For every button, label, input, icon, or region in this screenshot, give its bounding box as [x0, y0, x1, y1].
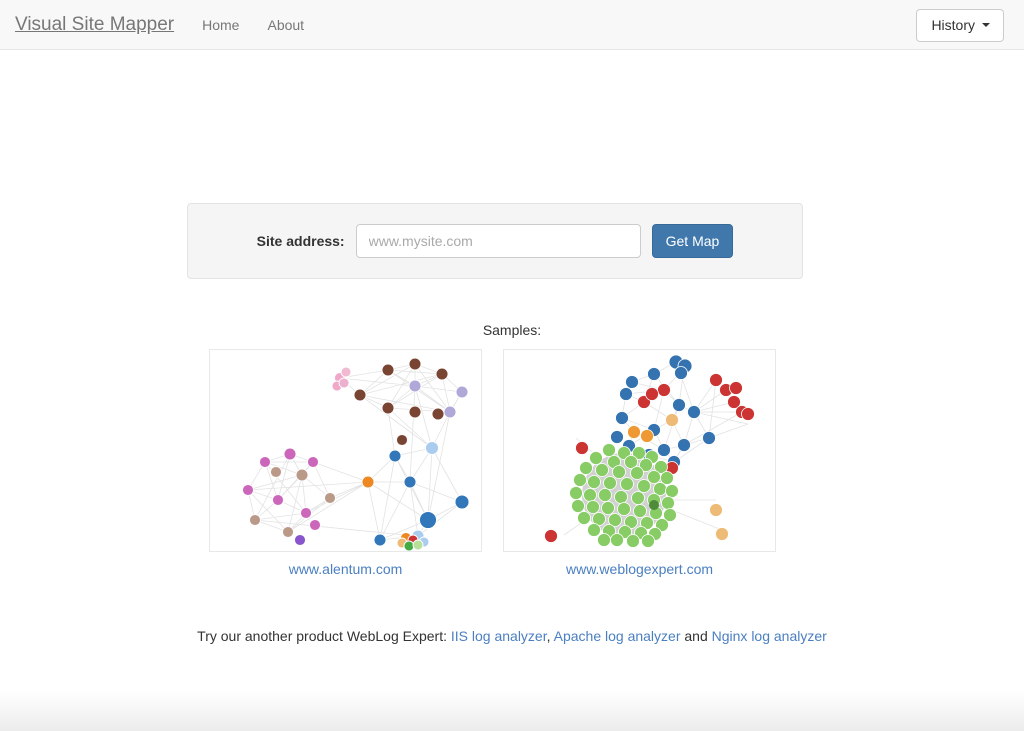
site-address-label: Site address:: [256, 233, 345, 249]
sample-alentum: www.alentum.com: [209, 349, 482, 577]
sample-link-alentum[interactable]: www.alentum.com: [209, 561, 482, 577]
site-graph-weblogexpert: [544, 354, 755, 548]
samples-row: www.alentum.com www.weblogexpert.com: [209, 349, 776, 577]
history-button-label: History: [931, 17, 975, 33]
nav-link-about[interactable]: About: [267, 18, 304, 32]
brand-logo[interactable]: Visual Site Mapper: [15, 15, 174, 34]
navbar: Visual Site Mapper Home About History: [0, 0, 1024, 50]
sample-thumbnail-alentum[interactable]: [209, 349, 482, 552]
footer-prefix-text: Try our another product WebLog Expert:: [197, 628, 447, 644]
footer-note: Try our another product WebLog Expert: I…: [0, 628, 1024, 644]
page-bottom-fade: [0, 691, 1024, 731]
footer-link-nginx[interactable]: Nginx log analyzer: [712, 628, 827, 644]
sample-weblogexpert: www.weblogexpert.com: [503, 349, 776, 577]
page-content: Site address: Get Map Samples:: [0, 50, 1024, 731]
footer-link-iis[interactable]: IIS log analyzer: [451, 628, 547, 644]
footer-separator: ,: [546, 628, 551, 644]
samples-title: Samples:: [482, 322, 542, 338]
footer-conjunction: and: [684, 628, 708, 644]
chevron-down-icon: [982, 23, 990, 28]
footer-link-apache[interactable]: Apache log analyzer: [554, 628, 681, 644]
nav-link-home[interactable]: Home: [202, 18, 239, 32]
site-address-panel: Site address: Get Map: [187, 203, 803, 279]
sample-thumbnail-weblogexpert[interactable]: [503, 349, 776, 552]
history-dropdown-button[interactable]: History: [916, 9, 1004, 42]
get-map-button[interactable]: Get Map: [651, 224, 734, 258]
site-address-input[interactable]: [355, 224, 641, 258]
site-graph-alentum: [242, 357, 470, 551]
sample-link-weblogexpert[interactable]: www.weblogexpert.com: [503, 561, 776, 577]
navbar-right-section: History: [916, 9, 1004, 42]
